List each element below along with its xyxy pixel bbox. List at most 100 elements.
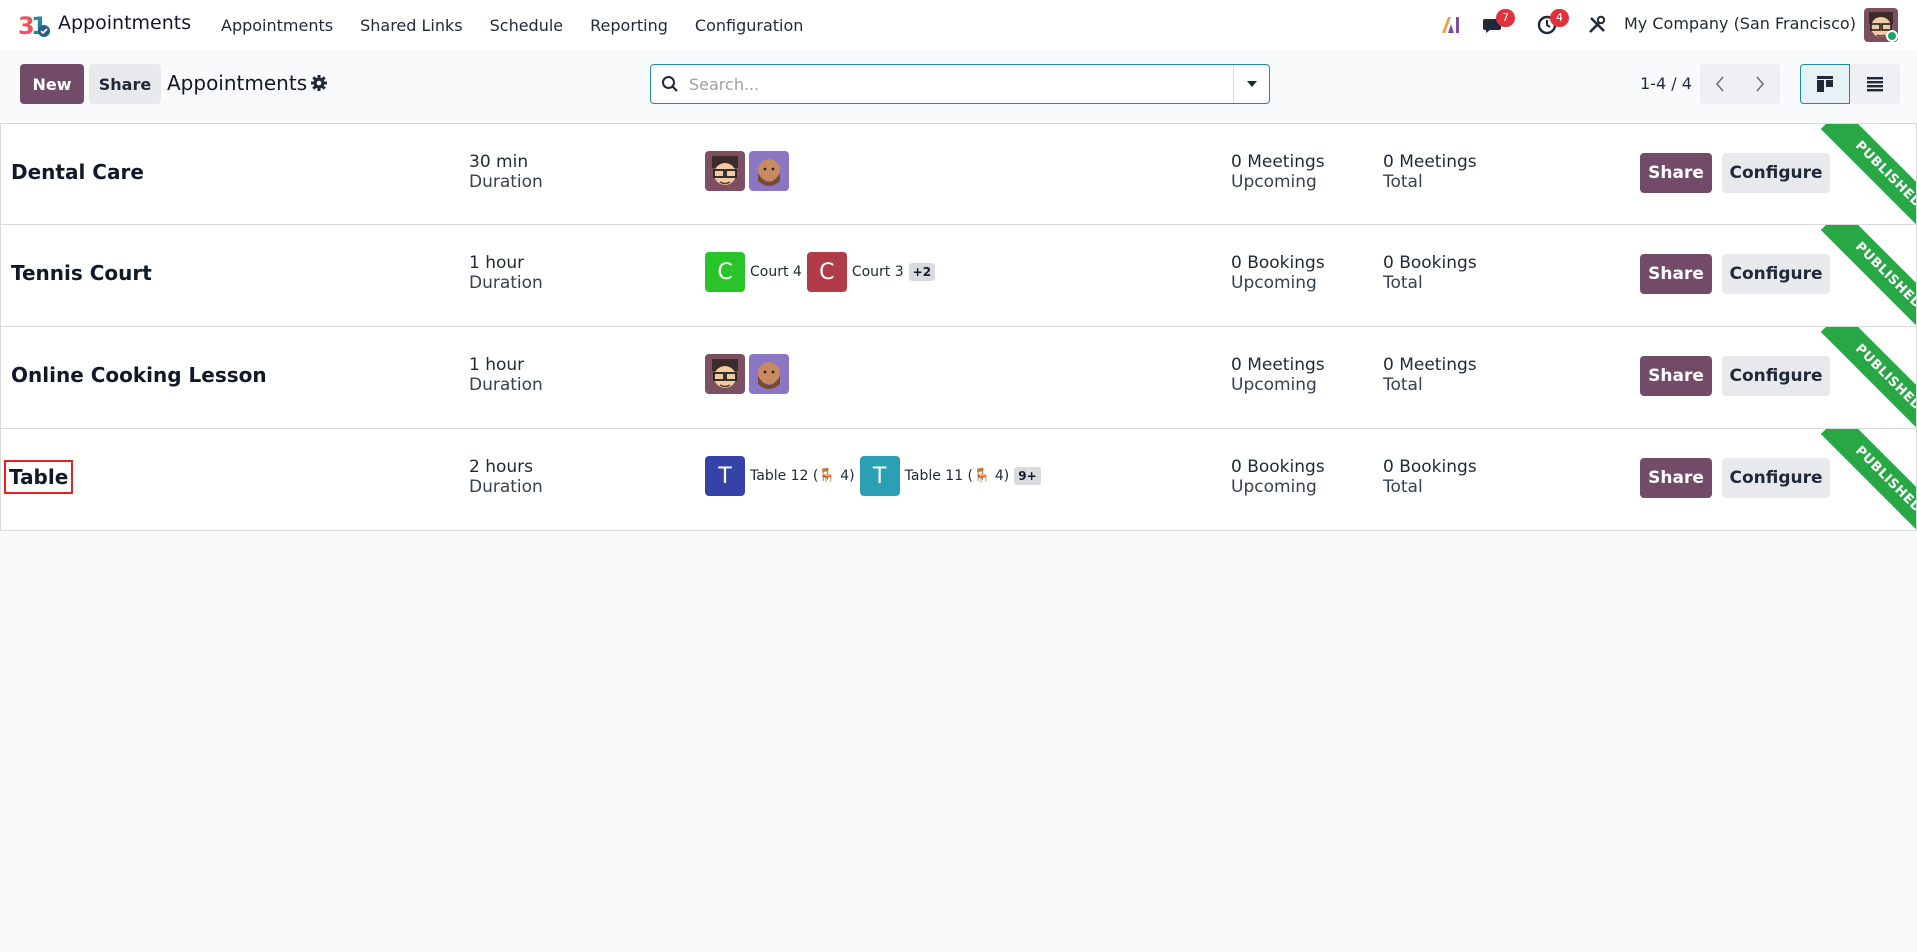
share-link-button[interactable]: Share <box>1640 254 1712 294</box>
resource-name: Table 11 (🪑 4) <box>904 468 1010 484</box>
total-stat: 0 Bookings Total <box>1383 253 1477 293</box>
search-bar <box>650 64 1270 104</box>
share-button[interactable]: Share <box>89 64 161 104</box>
gear-icon[interactable] <box>310 74 328 92</box>
more-resources-badge[interactable]: +2 <box>908 263 936 281</box>
appointment-card[interactable]: Tennis Court 1 hour Duration C Court 4 C… <box>0 225 1917 327</box>
published-ribbon: PUBLISHED <box>1806 225 1916 326</box>
staff-avatar[interactable] <box>705 354 745 394</box>
menu-item-appointments[interactable]: Appointments <box>221 16 333 35</box>
appointment-title[interactable]: Online Cooking Lesson <box>11 363 267 387</box>
upcoming-label: Upcoming <box>1231 172 1317 192</box>
total-label: Total <box>1383 273 1423 293</box>
search-input[interactable] <box>689 73 1229 95</box>
resource-name: Table 12 (🪑 4) <box>750 468 855 484</box>
duration-value: 1 hour <box>469 253 525 273</box>
appointment-card[interactable]: Online Cooking Lesson 1 hour Duration 0 … <box>0 327 1917 429</box>
duration-value: 1 hour <box>469 355 525 375</box>
resource-name: Court 3 <box>851 264 904 280</box>
share-link-button[interactable]: Share <box>1640 458 1712 498</box>
pager-value[interactable]: 1-4 / 4 <box>1640 74 1692 93</box>
caret-down-icon <box>1246 81 1257 87</box>
appointment-list: Dental Care 30 min Duration 0 Meetings U… <box>0 123 1917 531</box>
pager-previous-button[interactable] <box>1700 64 1740 104</box>
upcoming-label: Upcoming <box>1231 273 1317 293</box>
messages-count-badge: 7 <box>1496 9 1515 27</box>
published-ribbon-label: PUBLISHED <box>1820 124 1916 224</box>
ai-icon[interactable] <box>1436 0 1466 50</box>
appointment-card[interactable]: Dental Care 30 min Duration 0 Meetings U… <box>0 123 1917 225</box>
published-ribbon: PUBLISHED <box>1806 124 1916 224</box>
top-navbar: 3 1 Appointments Appointments Shared Lin… <box>0 0 1917 50</box>
activities-count-badge: 4 <box>1550 9 1569 27</box>
share-link-button[interactable]: Share <box>1640 153 1712 193</box>
appointment-card[interactable]: Table 2 hours Duration T Table 12 (🪑 4) … <box>0 429 1917 531</box>
company-switcher[interactable]: My Company (San Francisco) <box>1624 14 1856 33</box>
published-ribbon: PUBLISHED <box>1806 429 1916 530</box>
more-resources-badge[interactable]: 9+ <box>1014 467 1041 485</box>
duration-stat: 1 hour Duration <box>469 355 543 395</box>
total-label: Total <box>1383 172 1423 192</box>
appointments-logo-icon[interactable]: 3 1 <box>18 11 50 40</box>
upcoming-stat: 0 Meetings Upcoming <box>1231 152 1325 192</box>
total-label: Total <box>1383 477 1423 497</box>
upcoming-stat: 0 Meetings Upcoming <box>1231 355 1325 395</box>
upcoming-stat: 0 Bookings Upcoming <box>1231 457 1325 497</box>
total-stat: 0 Meetings Total <box>1383 355 1477 395</box>
total-stat: 0 Bookings Total <box>1383 457 1477 497</box>
published-ribbon-label: PUBLISHED <box>1820 429 1916 530</box>
appointment-title[interactable]: Table <box>3 460 74 494</box>
total-value: 0 Meetings <box>1383 152 1477 172</box>
resource-list: C Court 4 C Court 3 +2 <box>705 252 936 292</box>
kanban-view-button[interactable] <box>1800 64 1850 104</box>
upcoming-stat: 0 Bookings Upcoming <box>1231 253 1325 293</box>
upcoming-value: 0 Bookings <box>1231 253 1325 273</box>
list-view-button[interactable] <box>1850 64 1900 104</box>
published-ribbon: PUBLISHED <box>1806 327 1916 428</box>
list-icon <box>1867 77 1883 92</box>
menu-item-configuration[interactable]: Configuration <box>695 16 804 35</box>
menu-item-reporting[interactable]: Reporting <box>590 16 668 35</box>
menu-item-schedule[interactable]: Schedule <box>490 16 564 35</box>
total-value: 0 Bookings <box>1383 457 1477 477</box>
new-button[interactable]: New <box>20 64 84 104</box>
upcoming-value: 0 Meetings <box>1231 152 1325 172</box>
chevron-left-icon <box>1715 76 1724 92</box>
search-options-toggle[interactable] <box>1233 65 1269 103</box>
page-title: Appointments <box>167 71 308 95</box>
app-name[interactable]: Appointments <box>58 12 191 34</box>
tools-icon[interactable] <box>1584 0 1610 50</box>
published-ribbon-label: PUBLISHED <box>1820 327 1916 428</box>
resource-avatar[interactable]: C <box>705 252 745 292</box>
main-menu: Appointments Shared Links Schedule Repor… <box>221 0 830 50</box>
upcoming-label: Upcoming <box>1231 477 1317 497</box>
duration-label: Duration <box>469 477 543 497</box>
resource-avatar[interactable]: T <box>859 456 900 496</box>
duration-label: Duration <box>469 172 543 192</box>
share-link-button[interactable]: Share <box>1640 356 1712 396</box>
resource-list: T Table 12 (🪑 4) T Table 11 (🪑 4) 9+ <box>705 456 1041 496</box>
staff-avatar[interactable] <box>749 151 789 191</box>
upcoming-value: 0 Bookings <box>1231 457 1325 477</box>
total-value: 0 Meetings <box>1383 355 1477 375</box>
duration-stat: 1 hour Duration <box>469 253 543 293</box>
menu-item-shared-links[interactable]: Shared Links <box>360 16 463 35</box>
staff-avatar[interactable] <box>705 151 745 191</box>
published-ribbon-label: PUBLISHED <box>1820 225 1916 326</box>
appointment-title[interactable]: Tennis Court <box>11 261 152 285</box>
chevron-right-icon <box>1756 76 1765 92</box>
duration-stat: 30 min Duration <box>469 152 543 192</box>
pager-next-button[interactable] <box>1740 64 1780 104</box>
staff-avatars <box>705 151 793 191</box>
search-icon <box>661 75 679 93</box>
resource-avatar[interactable]: T <box>705 456 745 496</box>
upcoming-label: Upcoming <box>1231 375 1317 395</box>
staff-avatars <box>705 354 793 394</box>
duration-stat: 2 hours Duration <box>469 457 543 497</box>
duration-label: Duration <box>469 375 543 395</box>
kanban-icon <box>1817 76 1833 92</box>
resource-avatar[interactable]: C <box>806 252 847 292</box>
duration-label: Duration <box>469 273 543 293</box>
appointment-title[interactable]: Dental Care <box>11 160 144 184</box>
staff-avatar[interactable] <box>749 354 789 394</box>
